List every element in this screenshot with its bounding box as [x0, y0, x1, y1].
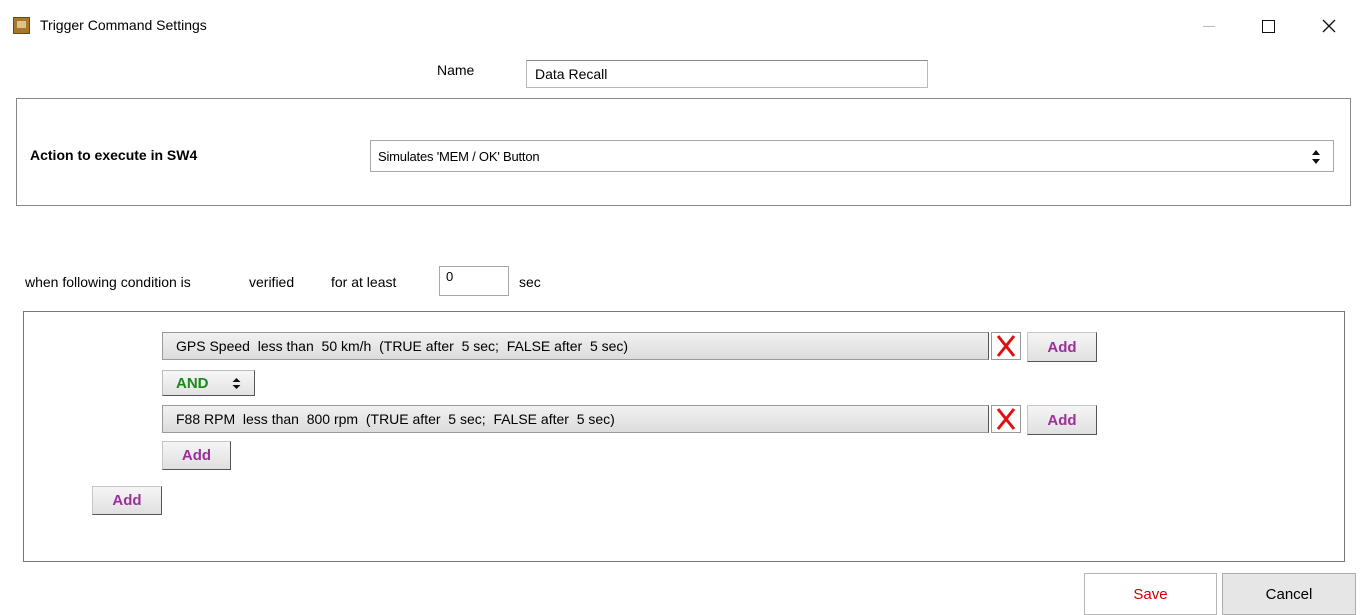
- add-rule-button[interactable]: Add: [1027, 405, 1097, 435]
- spinner-icon: [1312, 150, 1320, 164]
- seconds-input[interactable]: [439, 266, 509, 296]
- minimize-icon: [1203, 25, 1215, 27]
- name-label: Name: [437, 62, 475, 78]
- rule-row-gps-speed[interactable]: GPS Speed less than 50 km/h (TRUE after …: [162, 332, 989, 360]
- maximize-button[interactable]: [1245, 8, 1291, 44]
- rule-row-f88-rpm[interactable]: F88 RPM less than 800 rpm (TRUE after 5 …: [162, 405, 989, 433]
- window-title: Trigger Command Settings: [40, 17, 207, 33]
- name-input[interactable]: [526, 60, 928, 88]
- delete-rule-button[interactable]: [991, 332, 1021, 360]
- close-icon: [1322, 19, 1336, 33]
- action-select-value: Simulates 'MEM / OK' Button: [378, 148, 540, 164]
- action-label: Action to execute in SW4: [30, 147, 198, 163]
- delete-x-icon: [996, 335, 1016, 357]
- duration-label: for at least: [331, 274, 397, 290]
- minimize-button[interactable]: [1186, 8, 1232, 44]
- maximize-icon: [1261, 19, 1275, 33]
- cancel-button[interactable]: Cancel: [1222, 573, 1356, 615]
- save-button[interactable]: Save: [1084, 573, 1217, 615]
- action-select[interactable]: Simulates 'MEM / OK' Button: [370, 140, 1334, 172]
- delete-x-icon: [996, 408, 1016, 430]
- operator-value: AND: [176, 374, 209, 392]
- delete-rule-button[interactable]: [991, 405, 1021, 433]
- updown-chevron-icon: [232, 378, 241, 389]
- add-condition-button[interactable]: Add: [162, 441, 231, 470]
- close-button[interactable]: [1306, 8, 1352, 44]
- condition-prefix: when following condition is: [25, 274, 191, 290]
- add-group-button[interactable]: Add: [92, 486, 162, 515]
- add-rule-button[interactable]: Add: [1027, 332, 1097, 362]
- condition-mode[interactable]: verified: [249, 274, 294, 290]
- seconds-unit: sec: [519, 274, 541, 290]
- app-icon: [13, 17, 30, 34]
- operator-select[interactable]: AND: [162, 370, 255, 396]
